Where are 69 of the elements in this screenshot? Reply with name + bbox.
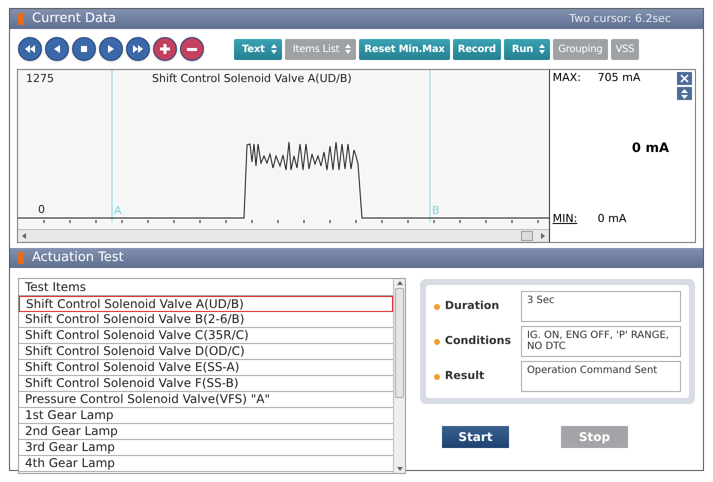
updown-icon (345, 44, 352, 54)
bullet-icon (434, 374, 440, 380)
list-item[interactable]: Shift Control Solenoid Valve D(OD/C) (19, 344, 393, 360)
fast-forward-button[interactable] (126, 37, 150, 61)
horizontal-scrollbar[interactable] (18, 229, 549, 242)
panel-title: Current Data (32, 10, 117, 28)
list-item[interactable]: Shift Control Solenoid Valve F(SS-B) (19, 376, 393, 392)
resize-button[interactable] (676, 87, 692, 100)
field-label: Result (444, 368, 486, 384)
toolbar-button[interactable]: Reset Min.Max (359, 38, 450, 60)
cursor-label: B (432, 204, 440, 218)
field-value: Operation Command Sent (520, 361, 681, 392)
scroll-thumb[interactable] (520, 231, 533, 242)
stop-button[interactable] (72, 37, 96, 61)
field-value: IG. ON, ENG OFF, 'P' RANGE, NO DTC (520, 326, 681, 357)
scroll-right-icon[interactable] (540, 233, 545, 240)
list-item[interactable]: Shift Control Solenoid Valve B(2-6/B) (19, 312, 393, 328)
cursor-info: Two cursor: 6.2sec (569, 10, 671, 27)
plus-button[interactable] (153, 37, 177, 61)
scroll-thumb[interactable] (395, 288, 404, 398)
list-header: Test Items (19, 279, 393, 296)
axis-label: 0 (38, 203, 45, 217)
updown-icon (539, 44, 546, 54)
list-item[interactable]: 3rd Gear Lamp (19, 440, 393, 456)
list-item[interactable]: 4th Gear Lamp (19, 456, 393, 472)
min-value: 0 mA (598, 211, 626, 227)
cursor-label: A (114, 204, 122, 218)
list-item[interactable]: Shift Control Solenoid Valve E(SS-A) (19, 360, 393, 376)
scroll-left-icon[interactable] (22, 233, 26, 240)
list-item[interactable]: Pressure Control Solenoid Valve(VFS) "A" (19, 392, 393, 408)
bullet-icon (434, 338, 440, 344)
max-value: 705 mA (598, 70, 640, 86)
updown-icon (270, 44, 277, 54)
close-button[interactable] (676, 72, 692, 85)
start-button[interactable]: Start (442, 426, 509, 448)
plus-icon (160, 44, 170, 54)
minus-icon (187, 48, 197, 50)
panel-icon (18, 252, 24, 264)
previous-icon (54, 45, 60, 53)
panel-title: Actuation Test (32, 249, 124, 268)
field-label: Duration (444, 298, 500, 314)
axis-label: 1275 (26, 71, 54, 87)
min-label: MIN: (552, 211, 578, 227)
bullet-icon (434, 304, 440, 310)
toolbar-button[interactable]: Record (452, 38, 501, 60)
rewind-icon (25, 45, 35, 53)
field-label: Conditions (444, 333, 512, 350)
rewind-button[interactable] (18, 37, 42, 61)
current-value: 0 mA (632, 140, 670, 158)
list-item[interactable]: Shift Control Solenoid Valve A(UD/B) (19, 296, 393, 312)
graph-title: Shift Control Solenoid Valve A(UD/B) (152, 71, 352, 87)
dropdown-button[interactable]: Text (234, 38, 282, 60)
minus-button[interactable] (180, 37, 204, 61)
max-label: MAX: (552, 70, 581, 86)
panel-icon (18, 13, 24, 25)
list-item[interactable]: Shift Control Solenoid Valve C(35R/C) (19, 328, 393, 344)
dropdown-button[interactable]: Run (504, 38, 550, 60)
play-button[interactable] (99, 37, 123, 61)
vertical-scrollbar[interactable] (393, 279, 405, 473)
list-item[interactable]: 1st Gear Lamp (19, 408, 393, 424)
previous-button[interactable] (45, 37, 69, 61)
fast-forward-icon (133, 45, 143, 53)
stop-icon (81, 46, 87, 52)
play-icon (108, 45, 114, 53)
scroll-down-icon[interactable] (396, 467, 402, 471)
close-icon (680, 74, 689, 83)
expand-icon (680, 88, 688, 98)
field-value: 3 Sec (520, 291, 681, 322)
list-item[interactable]: 2nd Gear Lamp (19, 424, 393, 440)
